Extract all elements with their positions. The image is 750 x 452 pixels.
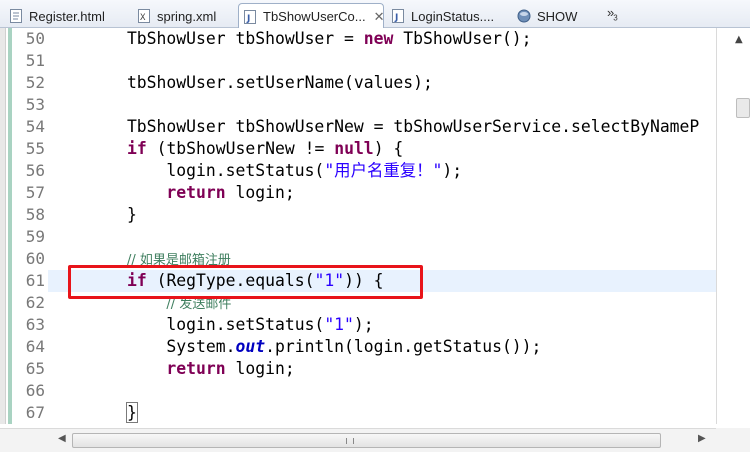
code-line[interactable]: TbShowUser tbShowUser = new TbShowUser()… bbox=[48, 28, 716, 50]
close-icon[interactable]: ✕ bbox=[374, 9, 385, 25]
tab-label: spring.xml bbox=[157, 8, 217, 24]
code-line[interactable] bbox=[48, 94, 716, 116]
static-field-token: out bbox=[235, 337, 266, 356]
java-file-icon: J bbox=[243, 9, 257, 24]
code-area[interactable]: TbShowUser tbShowUser = new TbShowUser()… bbox=[48, 28, 716, 424]
line-number: 65 bbox=[25, 359, 45, 378]
grip-icon bbox=[346, 438, 354, 444]
tab-register-html[interactable]: Register.html bbox=[4, 3, 128, 28]
java-file-icon: J bbox=[391, 9, 405, 23]
code-line[interactable] bbox=[48, 50, 716, 72]
code-line[interactable]: return login; bbox=[48, 358, 716, 380]
code-token: (tbShowUserNew != bbox=[146, 139, 335, 158]
database-icon bbox=[517, 9, 531, 23]
line-number: 50 bbox=[25, 29, 45, 48]
code-token: TbShowUser(); bbox=[393, 29, 532, 48]
svg-text:J: J bbox=[394, 13, 398, 23]
code-token: System. bbox=[48, 337, 236, 356]
code-token: login.setStatus( bbox=[48, 161, 325, 180]
tab-overflow-button[interactable]: »3 bbox=[607, 5, 618, 23]
line-number: 63 bbox=[25, 315, 45, 334]
scroll-up-icon[interactable]: ▲ bbox=[735, 34, 743, 45]
xml-file-icon: X bbox=[137, 9, 151, 23]
annotation-ruler bbox=[0, 28, 6, 424]
scroll-right-icon[interactable]: ▶ bbox=[698, 433, 706, 444]
horizontal-scrollbar[interactable]: ◀ ▶ bbox=[48, 428, 716, 452]
line-number: 61 bbox=[25, 271, 45, 290]
line-number: 62 bbox=[25, 293, 45, 312]
keyword-token: if bbox=[126, 139, 147, 158]
keyword-token: new bbox=[363, 29, 394, 48]
code-line[interactable]: if (tbShowUserNew != null) { bbox=[48, 138, 716, 160]
line-number: 67 bbox=[25, 403, 45, 422]
scroll-left-icon[interactable]: ◀ bbox=[58, 433, 66, 444]
line-number: 64 bbox=[25, 337, 45, 356]
code-token: } bbox=[48, 205, 137, 224]
code-line[interactable]: login.setStatus("用户名重复！"); bbox=[48, 160, 716, 182]
code-token: login; bbox=[225, 359, 295, 378]
code-token: .println(login.getStatus()); bbox=[265, 337, 542, 356]
code-token: ); bbox=[442, 161, 463, 180]
code-line[interactable]: } bbox=[48, 402, 716, 424]
tab-label: LoginStatus.... bbox=[411, 8, 495, 24]
line-number: 59 bbox=[25, 227, 45, 246]
code-line[interactable] bbox=[48, 380, 716, 402]
comment-token: // 发送邮件 bbox=[166, 297, 232, 312]
code-token: ); bbox=[353, 315, 374, 334]
code-token: TbShowUser tbShowUserNew = tbShowUserSer… bbox=[48, 117, 700, 136]
code-token: TbShowUser tbShowUser = bbox=[48, 29, 364, 48]
line-number-ruler: 50515253545556575859606162636465666768 bbox=[12, 28, 48, 444]
string-token: "用户名重复！" bbox=[324, 161, 443, 180]
line-number: 51 bbox=[25, 51, 45, 70]
html-file-icon bbox=[9, 9, 23, 23]
line-number: 54 bbox=[25, 117, 45, 136]
line-number: 57 bbox=[25, 183, 45, 202]
code-line[interactable] bbox=[48, 226, 716, 248]
code-token: tbShowUser.setUserName(values); bbox=[48, 73, 433, 92]
matched-bracket: } bbox=[125, 402, 138, 423]
tab-label: SHOW bbox=[537, 8, 578, 24]
tab-spring-xml[interactable]: X spring.xml bbox=[132, 3, 236, 28]
code-token: ) { bbox=[373, 139, 404, 158]
svg-text:J: J bbox=[246, 14, 250, 24]
scrollbar-corner bbox=[716, 428, 750, 452]
vertical-scrollbar[interactable]: ▲ bbox=[716, 28, 750, 424]
line-number: 66 bbox=[25, 381, 45, 400]
line-number: 52 bbox=[25, 73, 45, 92]
line-number: 56 bbox=[25, 161, 45, 180]
tab-loginstatus[interactable]: J LoginStatus.... bbox=[386, 3, 510, 28]
horizontal-scroll-thumb[interactable] bbox=[72, 433, 661, 448]
string-token: "1" bbox=[324, 315, 354, 334]
code-token: login; bbox=[225, 183, 295, 202]
editor-tab-bar: Register.html X spring.xml J TbShowUserC… bbox=[0, 0, 750, 29]
tab-tbshowusercontroller[interactable]: J TbShowUserCo... ✕ bbox=[238, 3, 385, 29]
keyword-token: return bbox=[166, 183, 226, 202]
code-line[interactable]: System.out.println(login.getStatus()); bbox=[48, 336, 716, 358]
svg-text:X: X bbox=[140, 13, 146, 23]
tab-show[interactable]: SHOW bbox=[512, 3, 598, 28]
keyword-token: null bbox=[334, 139, 374, 158]
keyword-token: return bbox=[166, 359, 226, 378]
code-line[interactable]: } bbox=[48, 204, 716, 226]
line-number: 60 bbox=[25, 249, 45, 268]
code-line[interactable]: login.setStatus("1"); bbox=[48, 314, 716, 336]
tab-label: TbShowUserCo... bbox=[263, 9, 366, 24]
code-token: login.setStatus( bbox=[48, 315, 325, 334]
code-line[interactable]: return login; bbox=[48, 182, 716, 204]
code-line[interactable]: tbShowUser.setUserName(values); bbox=[48, 72, 716, 94]
line-number: 58 bbox=[25, 205, 45, 224]
scrollbar-corner-left bbox=[0, 428, 48, 452]
vertical-scroll-thumb[interactable] bbox=[736, 98, 750, 118]
tab-label: Register.html bbox=[29, 8, 105, 24]
code-editor[interactable]: 50515253545556575859606162636465666768 T… bbox=[0, 28, 750, 452]
code-line[interactable]: TbShowUser tbShowUserNew = tbShowUserSer… bbox=[48, 116, 716, 138]
line-number: 53 bbox=[25, 95, 45, 114]
red-highlight-box bbox=[68, 265, 423, 299]
overflow-count: 3 bbox=[613, 13, 618, 23]
line-number: 55 bbox=[25, 139, 45, 158]
